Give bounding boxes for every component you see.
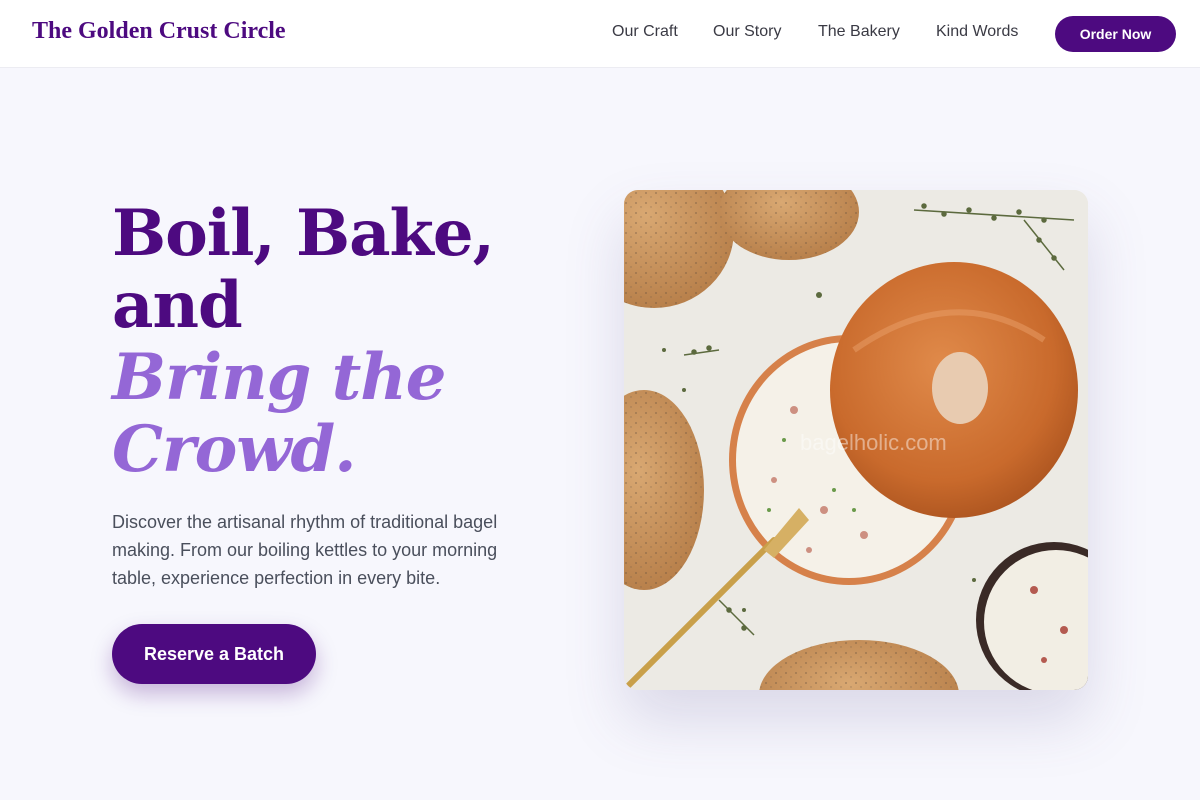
nav-link-kind-words[interactable]: Kind Words (936, 23, 1018, 41)
hero-title-line-1: Boil, Bake, (112, 196, 495, 271)
order-now-button[interactable]: Order Now (1055, 16, 1176, 52)
hero-description: Discover the artisanal rhythm of traditi… (112, 512, 498, 588)
hero-title-line-2: and (112, 268, 243, 343)
hero-bagel-photo: bagelholic.com (624, 190, 1088, 690)
nav-link-the-bakery[interactable]: The Bakery (818, 23, 900, 41)
hero-title: Boil, Bake, and Bring the Crowd. (112, 198, 582, 486)
nav-link-our-story[interactable]: Our Story (713, 23, 781, 41)
brand-logo-text[interactable]: The Golden Crust Circle (32, 18, 286, 45)
reserve-batch-button[interactable]: Reserve a Batch (112, 624, 316, 684)
nav-link-our-craft[interactable]: Our Craft (612, 23, 678, 41)
image-watermark: bagelholic.com (800, 430, 947, 455)
hero-title-accent-line-1: Bring the (112, 340, 447, 415)
top-navbar: The Golden Crust Circle Our Craft Our St… (0, 0, 1200, 68)
hero-title-accent-line-2: Crowd. (112, 412, 356, 487)
